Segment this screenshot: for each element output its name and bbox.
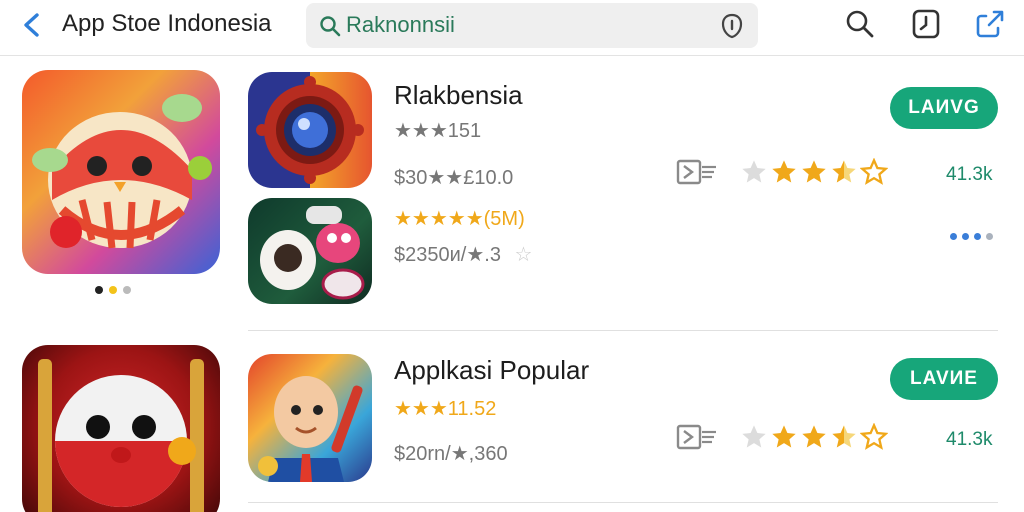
star-half-icon xyxy=(832,160,856,183)
featured-app-image[interactable] xyxy=(22,70,220,274)
search-bar[interactable] xyxy=(306,3,758,48)
download-count: 41.3k xyxy=(946,164,993,185)
chevron-left-icon[interactable] xyxy=(18,10,48,40)
star-filled-icon xyxy=(772,160,796,183)
divider xyxy=(248,502,998,503)
clock-icon[interactable] xyxy=(910,8,942,40)
install-button[interactable]: LAИVG xyxy=(890,87,998,129)
star-filled-icon xyxy=(802,425,826,448)
app-rating-text: ★★★151 xyxy=(394,120,482,142)
divider xyxy=(248,330,998,331)
page-title: App Stoe Indonesia xyxy=(62,10,272,37)
carousel-dots[interactable] xyxy=(95,286,131,294)
star-empty-icon xyxy=(742,425,766,448)
download-count: 41.3k xyxy=(946,429,993,450)
rating-row xyxy=(676,423,888,451)
tag-icon xyxy=(676,424,716,450)
app-icon[interactable] xyxy=(248,198,372,304)
search-icon xyxy=(320,16,341,37)
app-price-text: $30★★£10.0 xyxy=(394,167,514,189)
star-outline-icon xyxy=(860,158,888,185)
carousel-dot[interactable] xyxy=(109,286,117,294)
featured-app-image[interactable] xyxy=(22,345,220,512)
app-icon[interactable] xyxy=(248,72,372,188)
carousel-dot[interactable] xyxy=(95,286,103,294)
cartoon-baby-icon xyxy=(258,376,363,482)
star-filled-icon xyxy=(802,160,826,183)
more-options-icon[interactable] xyxy=(950,233,993,240)
star-rating xyxy=(740,158,888,186)
camera-lens-icon xyxy=(256,76,364,184)
search-icon[interactable] xyxy=(844,8,876,40)
section-title[interactable]: Applkasi Popular xyxy=(394,355,589,386)
install-button[interactable]: LAVИE xyxy=(890,358,998,400)
cartoon-bird-icon xyxy=(32,94,212,249)
search-input[interactable] xyxy=(346,10,706,40)
star-half-icon xyxy=(832,425,856,448)
app-price-text: $20rn/★,360 xyxy=(394,443,508,465)
carousel-dot[interactable] xyxy=(123,286,131,294)
share-icon[interactable] xyxy=(974,8,1006,40)
app-rating-text: ★★★11.52 xyxy=(394,398,497,420)
star-rating xyxy=(740,423,888,451)
cartoon-mascot-icon xyxy=(38,359,204,512)
app-icon[interactable] xyxy=(248,354,372,482)
app-name[interactable]: Rlakbensia xyxy=(394,80,523,111)
app-rating-text: ★★★★★(5M) xyxy=(394,208,525,230)
info-shield-icon[interactable] xyxy=(718,12,746,40)
cartoon-characters-icon xyxy=(260,206,365,300)
top-bar: App Stoe Indonesia xyxy=(0,0,1024,56)
tag-icon xyxy=(676,159,716,185)
star-outline-icon xyxy=(860,423,888,450)
app-price-text: $2350и/★.3 ☆ xyxy=(394,244,533,266)
star-filled-icon xyxy=(772,425,796,448)
star-empty-icon xyxy=(742,160,766,183)
rating-row xyxy=(676,158,888,186)
